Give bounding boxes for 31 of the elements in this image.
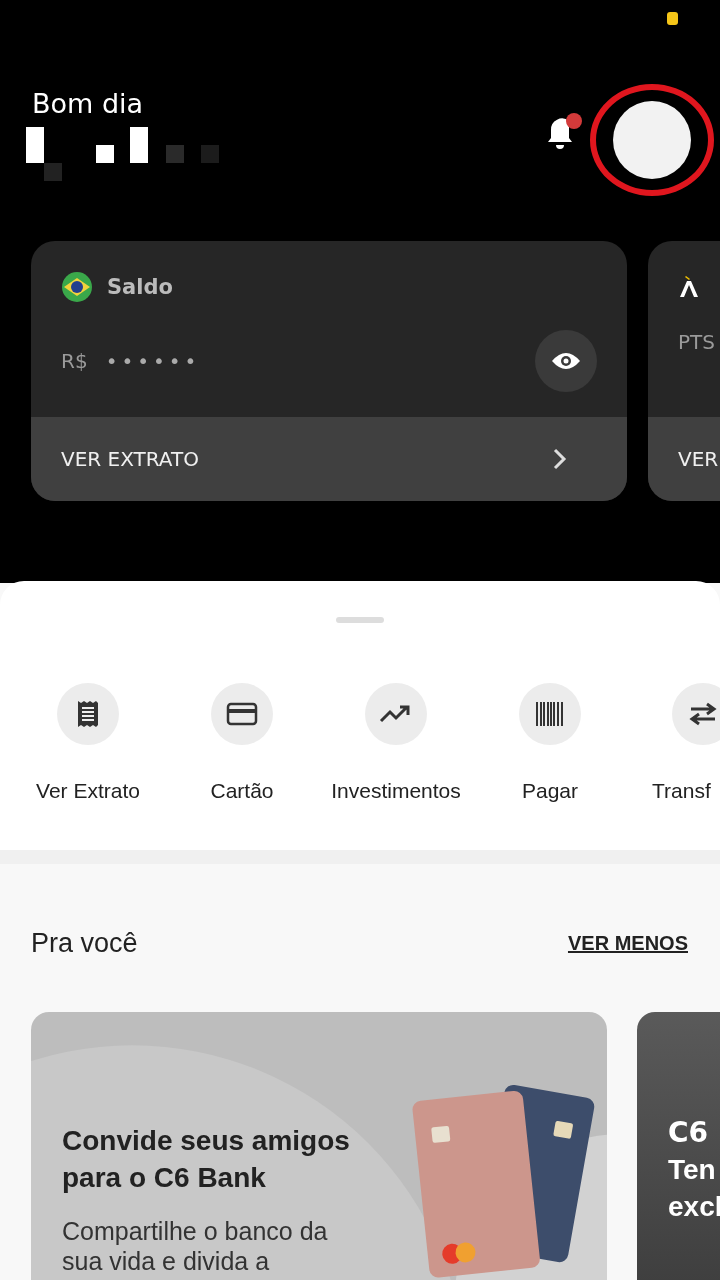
profile-avatar[interactable] <box>590 84 714 196</box>
credit-card-icon <box>226 701 258 727</box>
promo-title-line: Ten <box>668 1153 717 1187</box>
shortcut-item[interactable]: Ver Extrato <box>11 683 165 803</box>
see-less-link[interactable]: VER MENOS <box>567 932 688 955</box>
statement-link[interactable]: VER <box>648 417 720 501</box>
greeting: Bom dia <box>32 88 145 119</box>
currency-label: PTS <box>678 330 715 354</box>
promo-title-line: excl <box>668 1190 720 1224</box>
transfer-arrows-icon <box>687 701 719 727</box>
currency-label: R$ <box>61 349 88 373</box>
barcode-icon <box>534 700 566 728</box>
promo-title: Convide seus amigos para o C6 Bank <box>62 1124 351 1195</box>
shortcut-item[interactable]: Transf <box>627 683 720 803</box>
status-indicator-icon <box>667 12 678 25</box>
shortcut-item[interactable]: Pagar <box>473 683 627 803</box>
shortcut-item[interactable]: Investimentos <box>319 683 473 803</box>
hidden-balance: •••••• <box>105 349 202 373</box>
trending-up-icon <box>379 703 413 725</box>
account-title: Saldo <box>107 275 173 299</box>
promo-card[interactable]: Convide seus amigos para o C6 Bank Compartilhe o banco da sua vida e divida a <box>31 1012 607 1280</box>
promo-card[interactable]: C6 Ten excl <box>637 1012 720 1280</box>
shortcut-item[interactable]: Cartão <box>165 683 319 803</box>
logo-icon <box>678 275 700 299</box>
flag-icon <box>61 271 93 303</box>
promo-description: Compartilhe o banco da sua vida e divida a <box>62 1216 329 1276</box>
statement-link[interactable]: VER EXTRATO <box>31 417 627 501</box>
chevron-right-icon <box>553 448 567 470</box>
eye-icon <box>551 351 581 371</box>
section-title: Pra você <box>31 928 138 959</box>
brand-logo: C6 <box>668 1115 710 1151</box>
